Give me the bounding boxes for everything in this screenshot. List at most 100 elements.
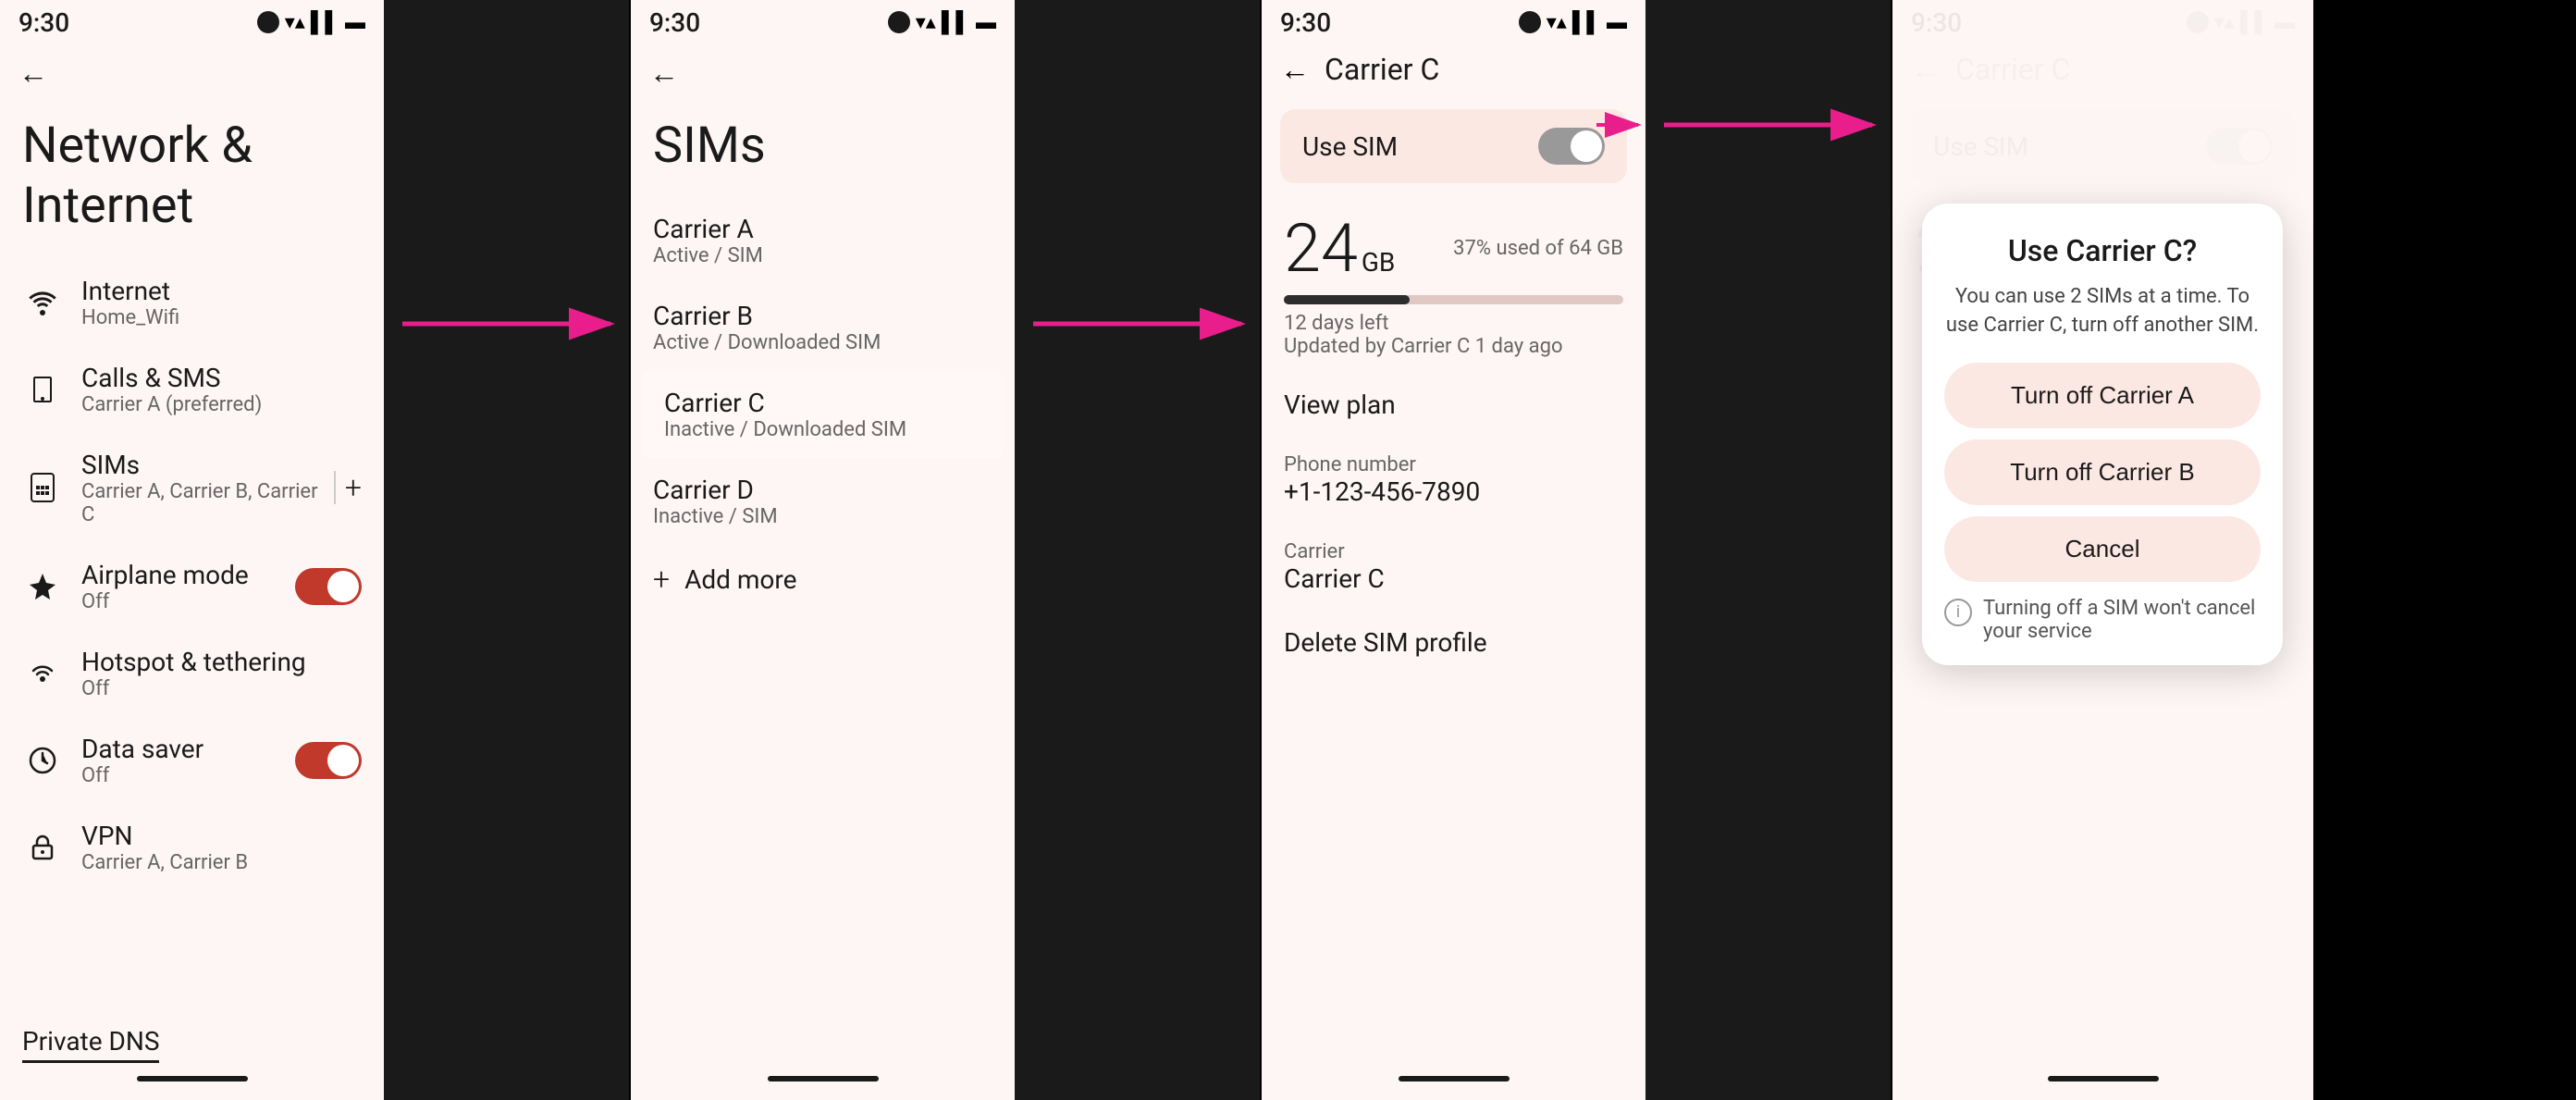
sims-page-title: SIMs xyxy=(631,98,1015,197)
delete-label: Delete SIM profile xyxy=(1284,627,1623,658)
airplane-toggle[interactable] xyxy=(295,568,362,605)
vpn-text: VPN Carrier A, Carrier B xyxy=(81,821,362,874)
camera-notch-1 xyxy=(257,11,279,33)
phone-icon xyxy=(22,369,63,410)
status-icons-1: ▾▴ ▌▌ ▬ xyxy=(257,10,365,34)
add-sim-button[interactable]: + xyxy=(345,470,362,505)
phone-number-item: Phone number +1-123-456-7890 xyxy=(1262,437,1645,524)
carrier-b-status: Active / Downloaded SIM xyxy=(653,331,992,354)
vpn-label: VPN xyxy=(81,821,362,851)
nav-hotspot[interactable]: Hotspot & tethering Off xyxy=(0,630,384,717)
airplane-icon xyxy=(22,566,63,607)
sims-actions: + xyxy=(334,470,362,505)
arrow-dialog xyxy=(1645,0,1891,1100)
camera-notch-3 xyxy=(1519,11,1541,33)
datasaver-text: Data saver Off xyxy=(81,734,295,787)
private-dns[interactable]: Private DNS xyxy=(22,1026,159,1063)
separator-3 xyxy=(1645,0,1891,1100)
dialog-note-text: Turning off a SIM won't cancel your serv… xyxy=(1983,597,2261,643)
carrier-b-name: Carrier B xyxy=(653,301,992,331)
signal-bars-2: ▌▌ xyxy=(942,10,970,34)
sims-sublabel: Carrier A, Carrier B, Carrier C xyxy=(81,480,334,526)
use-sim-label: Use SIM xyxy=(1302,131,1398,162)
delete-sim-profile[interactable]: Delete SIM profile xyxy=(1262,611,1645,674)
time-1: 9:30 xyxy=(18,7,69,38)
sim-icon xyxy=(22,467,63,508)
page-title-1: Network & Internet xyxy=(0,98,384,259)
add-more-label: Add more xyxy=(684,564,796,595)
nav-airplane-mode[interactable]: Airplane mode Off xyxy=(0,543,384,630)
back-arrow-icon-2: ← xyxy=(649,56,679,91)
hotspot-label: Hotspot & tethering xyxy=(81,647,362,677)
use-carrier-dialog: Use Carrier C? You can use 2 SIMs at a t… xyxy=(1922,204,2283,665)
internet-label: Internet xyxy=(81,276,362,306)
signal-bars-3: ▌▌ xyxy=(1572,10,1601,34)
vpn-icon xyxy=(22,827,63,868)
nav-sims[interactable]: SIMs Carrier A, Carrier B, Carrier C + xyxy=(0,433,384,543)
calls-sms-label: Calls & SMS xyxy=(81,363,362,393)
bottom-nav-indicator-2 xyxy=(768,1076,879,1081)
separator-1 xyxy=(384,0,629,1100)
airplane-label: Airplane mode xyxy=(81,560,295,590)
back-arrow-icon-3[interactable]: ← xyxy=(1280,52,1310,87)
carrier-c-header: ← Carrier C xyxy=(1262,41,1645,98)
bottom-nav-indicator-3 xyxy=(1399,1076,1510,1081)
carrier-c-name: Carrier C xyxy=(664,388,981,418)
use-sim-card: Use SIM xyxy=(1280,109,1627,183)
data-progress-fill xyxy=(1284,295,1410,304)
internet-text: Internet Home_Wifi xyxy=(81,276,362,329)
view-plan-item[interactable]: View plan xyxy=(1262,373,1645,437)
nav-data-saver[interactable]: Data saver Off xyxy=(0,717,384,804)
airplane-sublabel: Off xyxy=(81,590,295,613)
add-more-button[interactable]: + Add more xyxy=(631,545,1015,613)
status-icons-3: ▾▴ ▌▌ ▬ xyxy=(1519,10,1627,34)
add-more-icon: + xyxy=(653,562,670,597)
carrier-label: Carrier xyxy=(1284,540,1623,563)
nav-calls-sms[interactable]: Calls & SMS Carrier A (preferred) xyxy=(0,346,384,433)
wifi-icon xyxy=(22,282,63,323)
internet-sublabel: Home_Wifi xyxy=(81,306,362,329)
toggle-knob-2 xyxy=(327,745,359,776)
status-bar-3: 9:30 ▾▴ ▌▌ ▬ xyxy=(1262,0,1645,41)
arrow-carrier-c xyxy=(1015,0,1260,1100)
status-icons-2: ▾▴ ▌▌ ▬ xyxy=(888,10,996,34)
arrow-sims xyxy=(384,0,629,1100)
battery-3: ▬ xyxy=(1607,10,1627,34)
toggle-knob xyxy=(327,571,359,602)
cancel-button[interactable]: Cancel xyxy=(1944,516,2261,582)
turn-off-carrier-a-button[interactable]: Turn off Carrier A xyxy=(1944,363,2261,428)
phone-number-value: +1-123-456-7890 xyxy=(1284,476,1623,507)
screen-dialog: 9:30 ▾▴ ▌▌ ▬ ← Carrier C Use SIM 24 GB U… xyxy=(1892,0,2313,1100)
hotspot-sublabel: Off xyxy=(81,677,362,700)
battery-2: ▬ xyxy=(976,10,996,34)
signal-bars-1: ▌▌ xyxy=(311,10,339,34)
dialog-note: i Turning off a SIM won't cancel your se… xyxy=(1944,597,2261,643)
info-icon: i xyxy=(1944,599,1972,626)
carrier-value: Carrier C xyxy=(1284,563,1623,594)
carrier-b-item[interactable]: Carrier B Active / Downloaded SIM xyxy=(631,284,1015,371)
time-2: 9:30 xyxy=(649,7,700,38)
back-button-1[interactable]: ← xyxy=(0,41,384,98)
airplane-text: Airplane mode Off xyxy=(81,560,295,613)
nav-vpn[interactable]: VPN Carrier A, Carrier B xyxy=(0,804,384,891)
back-button-2[interactable]: ← xyxy=(631,41,1015,98)
datasaver-sublabel: Off xyxy=(81,764,295,787)
carrier-a-item[interactable]: Carrier A Active / SIM xyxy=(631,197,1015,284)
hotspot-text: Hotspot & tethering Off xyxy=(81,647,362,700)
datasaver-icon xyxy=(22,740,63,781)
carrier-d-item[interactable]: Carrier D Inactive / SIM xyxy=(631,458,1015,545)
nav-internet[interactable]: Internet Home_Wifi xyxy=(0,259,384,346)
carrier-a-name: Carrier A xyxy=(653,214,992,244)
arrow-indicator xyxy=(1592,106,1645,147)
carrier-c-status: Inactive / Downloaded SIM xyxy=(664,418,981,441)
bottom-nav-indicator-4 xyxy=(2048,1076,2159,1081)
carrier-c-item[interactable]: Carrier C Inactive / Downloaded SIM xyxy=(642,371,1004,458)
screen-carrier-c: 9:30 ▾▴ ▌▌ ▬ ← Carrier C Use SIM 24 xyxy=(1262,0,1645,1100)
datasaver-toggle[interactable] xyxy=(295,742,362,779)
battery-1: ▬ xyxy=(345,10,365,34)
dialog-title: Use Carrier C? xyxy=(1944,233,2261,268)
camera-notch-2 xyxy=(888,11,910,33)
signal-wifi-2: ▾▴ xyxy=(916,11,936,34)
screen-network-internet: 9:30 ▾▴ ▌▌ ▬ ← Network & Internet Intern… xyxy=(0,0,384,1100)
turn-off-carrier-b-button[interactable]: Turn off Carrier B xyxy=(1944,439,2261,505)
